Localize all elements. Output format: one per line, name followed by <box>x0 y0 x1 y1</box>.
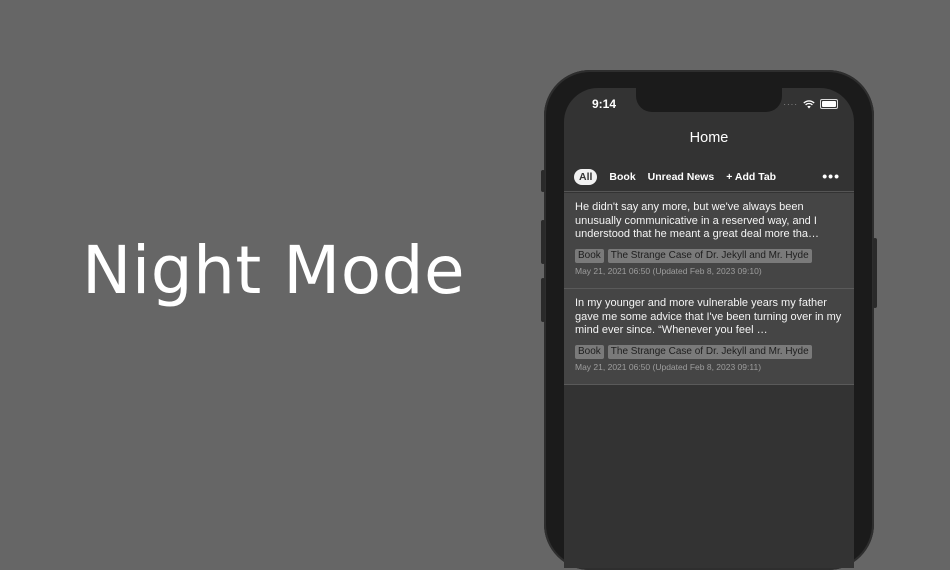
item-text: He didn't say any more, but we've always… <box>575 201 819 240</box>
item-date: May 21, 2021 06:50 (Updated Feb 8, 2023 … <box>575 362 762 372</box>
page-title: Home <box>689 130 729 146</box>
status-time: 9:14 <box>592 97 617 111</box>
tag-book[interactable]: Book <box>575 345 604 359</box>
tab-all[interactable]: All <box>574 168 598 185</box>
item-tags: Book The Strange Case of Dr. Jekyll and … <box>575 345 843 359</box>
more-icon[interactable]: ••• <box>822 168 840 184</box>
tab-bar: All Book Unread News + Add Tab ••• <box>564 162 854 192</box>
volume-down-button <box>541 278 545 322</box>
headline: Night Mode <box>82 232 466 309</box>
list-item[interactable]: In my younger and more vulnerable years … <box>564 289 854 385</box>
item-text: In my younger and more vulnerable years … <box>575 297 842 336</box>
tab-book[interactable]: Book <box>609 171 635 183</box>
notch <box>636 88 782 112</box>
status-icons: ···· <box>783 99 838 109</box>
tab-unread-news[interactable]: Unread News <box>648 171 715 183</box>
battery-icon <box>820 99 838 109</box>
status-bar: 9:14 ···· <box>564 88 854 124</box>
mute-switch <box>541 170 545 192</box>
tag-title[interactable]: The Strange Case of Dr. Jekyll and Mr. H… <box>607 345 812 359</box>
list-item[interactable]: He didn't say any more, but we've always… <box>564 193 854 289</box>
item-tags: Book The Strange Case of Dr. Jekyll and … <box>575 249 843 263</box>
power-button <box>873 238 877 308</box>
volume-up-button <box>541 220 545 264</box>
add-tab-button[interactable]: + Add Tab <box>726 171 776 183</box>
phone-frame: 9:14 ···· Home All Book Unread News + Ad… <box>541 70 877 570</box>
tag-book[interactable]: Book <box>575 249 604 263</box>
phone-screen: 9:14 ···· Home All Book Unread News + Ad… <box>564 88 854 568</box>
tag-title[interactable]: The Strange Case of Dr. Jekyll and Mr. H… <box>607 249 812 263</box>
item-date: May 21, 2021 06:50 (Updated Feb 8, 2023 … <box>575 266 762 276</box>
signal-icon: ···· <box>783 99 798 109</box>
wifi-icon <box>803 99 815 108</box>
